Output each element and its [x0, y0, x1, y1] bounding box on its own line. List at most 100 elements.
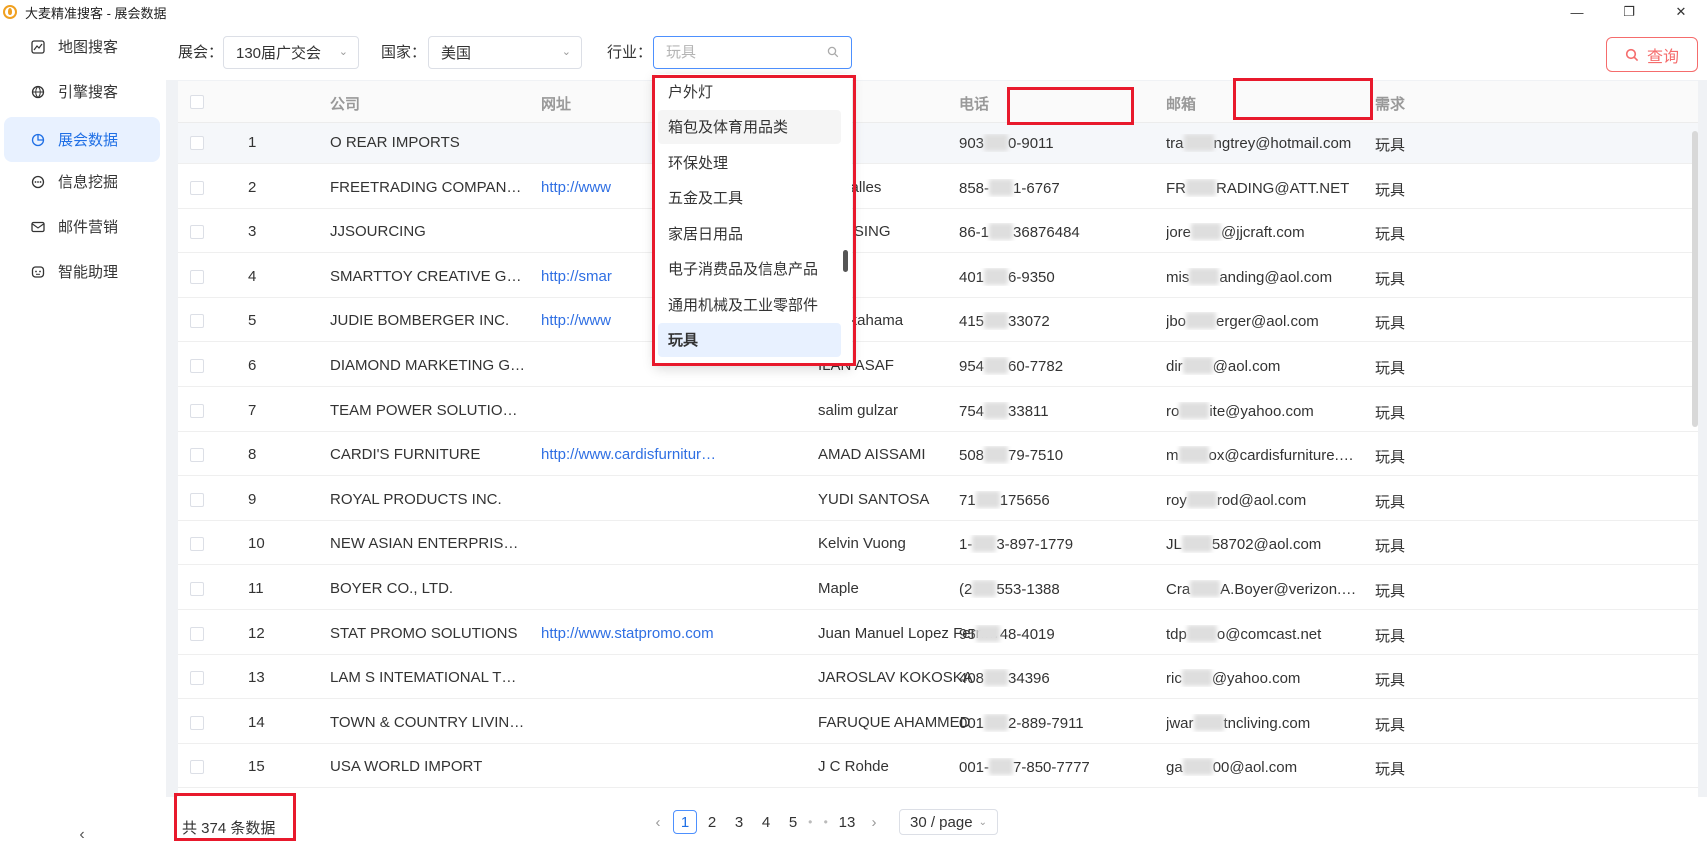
- row-checkbox[interactable]: [190, 492, 204, 507]
- page-13[interactable]: 13: [835, 810, 859, 834]
- industry-option[interactable]: 五金及工具: [658, 181, 841, 215]
- sidebar-item-label: 智能助理: [58, 264, 119, 281]
- table-row[interactable]: 3 JJSOURCING KOK SING 86-1 36876484 jore @jjcr…: [178, 212, 1698, 254]
- company-cell: USA WORLD IMPORT: [330, 758, 483, 776]
- table-row[interactable]: 11 BOYER CO., LTD. Maple (2 553-1388 Cra A.Boy…: [178, 569, 1698, 610]
- table-row[interactable]: 10 NEW ASIAN ENTERPRISE… Kelvin Vuong 1- 3-8…: [178, 524, 1698, 566]
- row-checkbox[interactable]: [190, 359, 204, 373]
- page-5[interactable]: 5: [781, 810, 805, 834]
- sidebar-item-map-search[interactable]: 地图搜客: [4, 24, 160, 69]
- phone-visible-part: 7-850-7777: [1013, 759, 1090, 777]
- row-number: 10: [248, 535, 265, 553]
- table-row[interactable]: 1O REAR IMPORTSn9030-9011trangtrey@hotma…: [178, 123, 1698, 164]
- page-2[interactable]: 2: [700, 810, 724, 834]
- row-checkbox[interactable]: [190, 180, 204, 195]
- row-checkbox[interactable]: [190, 448, 204, 463]
- table-row[interactable]: 7 TEAM POWER SOLUTION… salim gulzar 754 3381…: [178, 391, 1698, 432]
- email-cell: tra ngtrey@hotmail.com: [1166, 134, 1361, 152]
- row-checkbox[interactable]: [190, 314, 204, 329]
- row-checkbox[interactable]: [190, 269, 204, 284]
- phone-visible-part: 95: [959, 625, 976, 643]
- industry-option[interactable]: 箱包及体育用品类: [658, 109, 841, 144]
- sidebar-item-label: 展会数据: [58, 132, 119, 149]
- next-page-icon[interactable]: ›: [862, 810, 886, 834]
- phone-visible-part: 34396: [1008, 670, 1050, 688]
- country-select[interactable]: 美国 ⌄: [428, 36, 582, 69]
- table-row[interactable]: 2FREETRADING COMPAN…http://wwwdo Galles8…: [178, 168, 1698, 209]
- table-row[interactable]: 5 JUDIE BOMBERGER INC. http://www o Nakaham…: [178, 301, 1698, 343]
- restore-icon[interactable]: ❐: [1603, 0, 1655, 24]
- row-checkbox[interactable]: [190, 671, 204, 686]
- exhibition-value: 130届广交会: [236, 45, 322, 62]
- website-link[interactable]: http://www.cardisfurnitur…: [541, 446, 741, 463]
- row-checkbox[interactable]: [190, 136, 204, 150]
- email-cell: FR RADING@ATT.NET: [1166, 178, 1361, 197]
- masked-segment: [1183, 134, 1214, 151]
- industry-option[interactable]: 玩具: [658, 322, 841, 357]
- row-checkbox[interactable]: [190, 225, 204, 240]
- row-checkbox[interactable]: [190, 715, 204, 730]
- page-size-select[interactable]: 30 / page ⌄: [899, 809, 998, 835]
- row-checkbox[interactable]: [190, 537, 204, 552]
- row-checkbox[interactable]: [190, 626, 204, 641]
- sidebar-item-smart-assistant[interactable]: 智能助理: [4, 249, 160, 294]
- row-checkbox[interactable]: [190, 403, 204, 418]
- table-row[interactable]: 12 STAT PROMO SOLUTIONS http://www.statpro…: [178, 614, 1698, 655]
- row-checkbox[interactable]: [190, 760, 204, 775]
- industry-option[interactable]: 户外灯: [658, 74, 841, 108]
- row-number: 4: [248, 267, 257, 285]
- table-row[interactable]: 14 TOWN & COUNTRY LIVIN… FARUQUE AHAMMED 00…: [178, 703, 1698, 744]
- industry-option[interactable]: 电子消费品及信息产品: [658, 252, 841, 286]
- table-scrollbar-thumb[interactable]: [1692, 131, 1698, 427]
- page-3[interactable]: 3: [727, 810, 751, 834]
- row-number: 12: [248, 624, 265, 642]
- company-cell: ROYAL PRODUCTS INC.: [330, 490, 502, 508]
- row-checkbox[interactable]: [190, 582, 204, 596]
- industry-option[interactable]: 通用机械及工业零部件: [658, 287, 841, 321]
- table-row[interactable]: 13 LAM S INTEMATIONAL T… JAROSLAV KOKOSKA 4…: [178, 658, 1698, 700]
- phone-cell: 408 34396: [959, 669, 1149, 687]
- phone-visible-part: 48-4019: [999, 625, 1055, 643]
- table-row[interactable]: 8 CARDI'S FURNITURE http://www.cardisfurni…: [178, 435, 1698, 477]
- collapse-sidebar-icon[interactable]: ‹: [72, 825, 92, 845]
- masked-segment: [1186, 490, 1217, 508]
- total-count: 共 374 条数据: [182, 820, 276, 837]
- close-icon[interactable]: ✕: [1655, 0, 1707, 24]
- column-header-company: 公司: [330, 96, 361, 113]
- sidebar-item-engine-search[interactable]: 引擎搜客: [4, 69, 160, 114]
- email-visible-part: tra: [1166, 135, 1184, 152]
- table-row[interactable]: 6 DIAMOND MARKETING G… ILAN ASAF 954 60-7782…: [178, 346, 1698, 387]
- masked-segment: [972, 535, 997, 553]
- dropdown-scrollbar-thumb[interactable]: [843, 250, 848, 272]
- page-4[interactable]: 4: [754, 810, 778, 834]
- query-button[interactable]: 查询: [1606, 37, 1698, 72]
- industry-select[interactable]: [653, 36, 852, 69]
- phone-cell: 1- 3-897-1779: [959, 535, 1149, 553]
- masked-segment: [1181, 535, 1212, 553]
- exhibition-select[interactable]: 130届广交会 ⌄: [223, 36, 359, 69]
- industry-search-input[interactable]: [666, 44, 816, 61]
- industry-option[interactable]: 家居日用品: [658, 216, 841, 250]
- email-visible-part: o@comcast.net: [1216, 625, 1322, 643]
- page-ellipsis[interactable]: • •: [808, 810, 832, 834]
- sidebar-item-label: 邮件营销: [58, 219, 119, 236]
- phone-visible-part: 36876484: [1013, 224, 1080, 242]
- table-scrollbar[interactable]: [1692, 123, 1698, 797]
- phone-visible-part: 553-1388: [996, 581, 1060, 598]
- email-cell: tdp o@comcast.net: [1166, 624, 1361, 643]
- page-1[interactable]: 1: [673, 810, 697, 834]
- sidebar-item-email-marketing[interactable]: 邮件营销: [4, 204, 160, 249]
- minimize-icon[interactable]: —: [1551, 0, 1603, 24]
- table-row[interactable]: 15 USA WORLD IMPORT J C Rohde 001- 7-850-777…: [178, 747, 1698, 789]
- website-link[interactable]: http://www.statpromo.com: [541, 625, 741, 642]
- industry-option[interactable]: 环保处理: [658, 145, 841, 179]
- masked-segment: [972, 580, 997, 597]
- column-header-demand: 需求: [1375, 96, 1406, 113]
- sidebar-item-exhibition-data[interactable]: 展会数据: [4, 117, 160, 162]
- table-row[interactable]: 4SMARTTOY CREATIVE GI…http://smaru4016-9…: [178, 257, 1698, 298]
- prev-page-icon[interactable]: ‹: [646, 810, 670, 834]
- phone-cell: 86-1 36876484: [959, 223, 1149, 241]
- sidebar-item-info-mining[interactable]: 信息挖掘: [4, 159, 160, 204]
- table-row[interactable]: 9 ROYAL PRODUCTS INC. YUDI SANTOSA 71 175656…: [178, 480, 1698, 521]
- select-all-checkbox[interactable]: [190, 95, 204, 109]
